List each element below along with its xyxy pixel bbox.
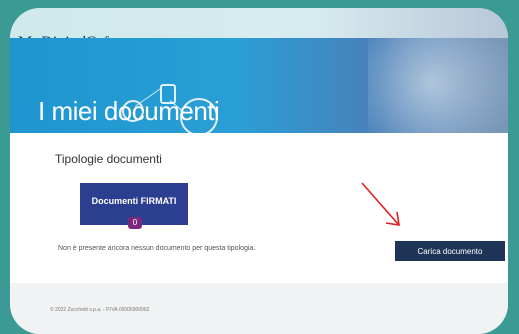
app-window: MyDigitalCaf I miei documenti Tipologie … [10,8,508,334]
brand-bar: MyDigitalCaf [10,8,508,51]
hero-banner: I miei documenti [10,38,508,133]
annotation-arrow-icon [361,182,400,226]
copyright-text: © 2022 Zucchetti s.p.a. - P.IVA 05006900… [50,307,150,313]
outer-frame: MyDigitalCaf I miei documenti Tipologie … [0,0,519,334]
page-title: I miei documenti [38,96,220,126]
main-content: Tipologie documenti Documenti FIRMATI 0 … [10,133,508,283]
footer: © 2022 Zucchetti s.p.a. - P.IVA 05006900… [10,283,508,334]
